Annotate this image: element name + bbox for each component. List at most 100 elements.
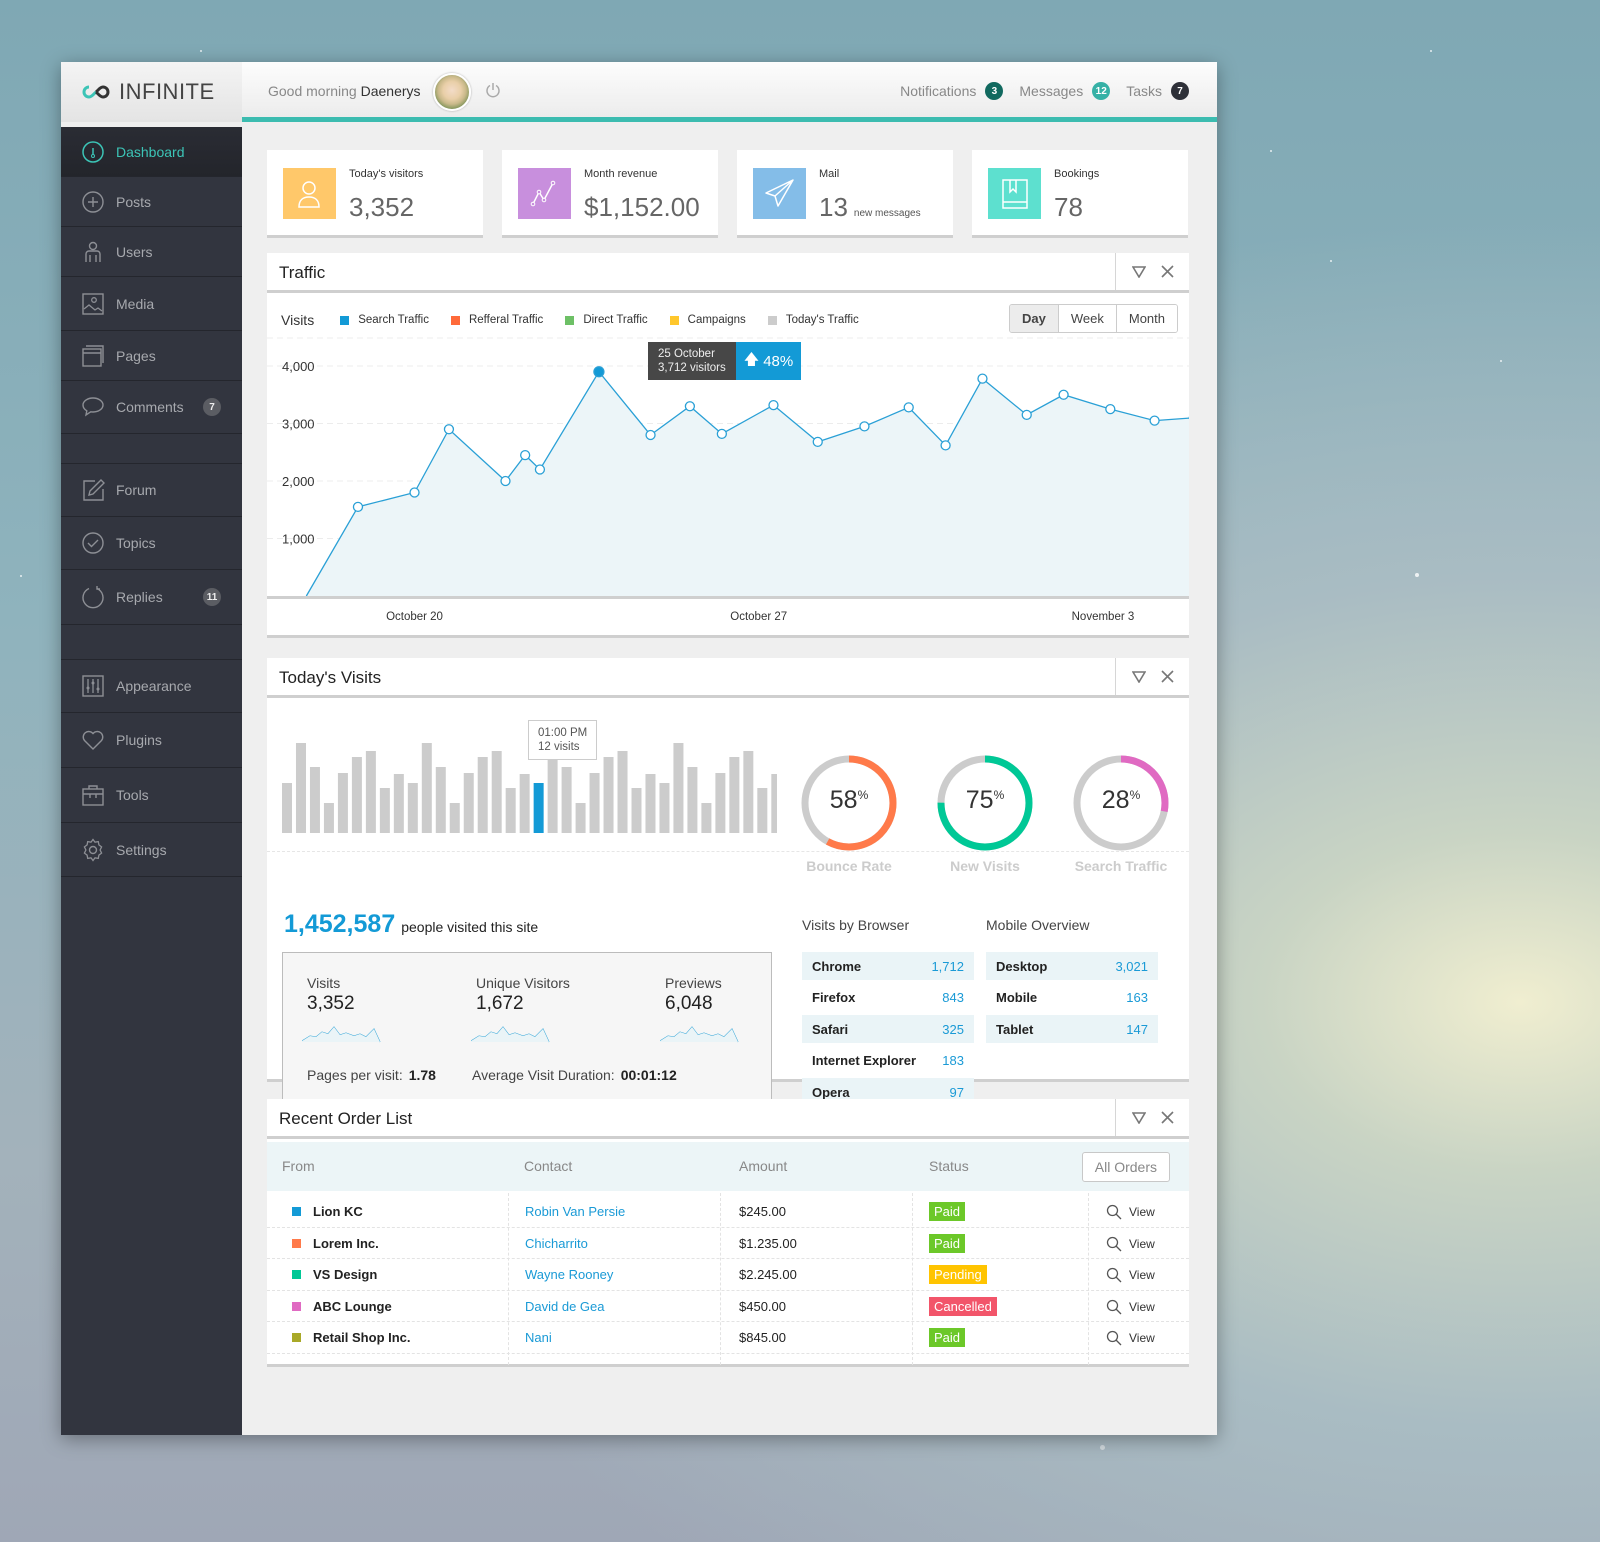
avatar[interactable] bbox=[433, 73, 471, 111]
data-point[interactable] bbox=[1021, 409, 1032, 421]
bar[interactable] bbox=[463, 773, 474, 833]
bar[interactable] bbox=[617, 751, 628, 833]
close-icon[interactable] bbox=[1160, 670, 1174, 683]
bar[interactable] bbox=[393, 774, 404, 833]
bar[interactable] bbox=[603, 757, 614, 833]
stat-card[interactable]: Today's visitors 3,352 bbox=[267, 150, 483, 238]
close-icon[interactable] bbox=[1160, 265, 1174, 278]
sidebar-item-posts[interactable]: Posts bbox=[61, 177, 242, 227]
sidebar-item-topics[interactable]: Topics bbox=[61, 517, 242, 570]
data-point[interactable] bbox=[409, 487, 420, 498]
sidebar-item-forum[interactable]: Forum bbox=[61, 464, 242, 517]
collapse-icon[interactable] bbox=[1131, 265, 1146, 278]
contact-link[interactable]: Wayne Rooney bbox=[525, 1267, 613, 1282]
data-point[interactable] bbox=[534, 464, 546, 475]
data-point[interactable] bbox=[520, 449, 531, 461]
bar[interactable] bbox=[309, 767, 320, 833]
contact-link[interactable]: Robin Van Persie bbox=[525, 1204, 625, 1219]
bar[interactable] bbox=[533, 783, 544, 833]
data-point[interactable] bbox=[940, 440, 951, 451]
logo[interactable]: INFINITE bbox=[61, 62, 242, 122]
sidebar-item-replies[interactable]: Replies 11 bbox=[61, 570, 242, 625]
data-point[interactable] bbox=[716, 428, 728, 440]
sidebar-item-appearance[interactable]: Appearance bbox=[61, 660, 242, 713]
bar[interactable] bbox=[645, 774, 656, 833]
data-point[interactable] bbox=[684, 401, 696, 412]
view-button[interactable]: View bbox=[1106, 1204, 1155, 1220]
data-point[interactable] bbox=[812, 436, 823, 448]
data-point[interactable] bbox=[1149, 415, 1160, 426]
view-button[interactable]: View bbox=[1106, 1267, 1155, 1283]
view-button[interactable]: View bbox=[1106, 1330, 1155, 1346]
bar[interactable] bbox=[505, 788, 516, 833]
data-point[interactable] bbox=[1105, 403, 1116, 415]
bar[interactable] bbox=[743, 751, 754, 833]
bar[interactable] bbox=[575, 803, 586, 833]
data-point[interactable] bbox=[443, 424, 455, 435]
contact-link[interactable]: David de Gea bbox=[525, 1299, 605, 1314]
bar[interactable] bbox=[351, 757, 362, 833]
bar[interactable] bbox=[449, 803, 460, 833]
close-icon[interactable] bbox=[1160, 1111, 1174, 1124]
sidebar-item-plugins[interactable]: Plugins bbox=[61, 713, 242, 768]
sidebar-item-settings[interactable]: Settings bbox=[61, 823, 242, 877]
stat-card[interactable]: Month revenue $1,152.00 bbox=[502, 150, 718, 238]
topnav-tasks[interactable]: Tasks 7 bbox=[1126, 82, 1189, 100]
sidebar-spacer bbox=[61, 625, 242, 660]
bar[interactable] bbox=[519, 774, 530, 833]
sidebar-item-tools[interactable]: Tools bbox=[61, 768, 242, 823]
bar[interactable] bbox=[729, 757, 740, 833]
data-point[interactable] bbox=[977, 373, 988, 384]
sidebar-item-pages[interactable]: Pages bbox=[61, 331, 242, 381]
gear-icon bbox=[81, 837, 105, 862]
bar[interactable] bbox=[673, 743, 684, 833]
data-point[interactable] bbox=[903, 402, 914, 413]
bar[interactable] bbox=[631, 788, 642, 833]
view-button[interactable]: View bbox=[1106, 1236, 1155, 1252]
bar[interactable] bbox=[282, 783, 292, 833]
collapse-icon[interactable] bbox=[1131, 670, 1146, 683]
bar[interactable] bbox=[659, 783, 670, 833]
topnav-messages[interactable]: Messages 12 bbox=[1019, 82, 1111, 100]
bar[interactable] bbox=[323, 803, 334, 833]
data-point[interactable] bbox=[859, 421, 870, 432]
bar[interactable] bbox=[701, 803, 712, 833]
bar[interactable] bbox=[687, 767, 698, 833]
data-point[interactable] bbox=[645, 429, 656, 441]
stat-card[interactable]: Mail 13 new messages bbox=[737, 150, 953, 238]
stat-card[interactable]: Bookings 78 bbox=[972, 150, 1188, 238]
data-point[interactable] bbox=[1058, 389, 1069, 400]
data-point[interactable] bbox=[593, 366, 605, 378]
sidebar-item-dashboard[interactable]: Dashboard bbox=[61, 127, 242, 177]
contact-link[interactable]: Nani bbox=[525, 1330, 552, 1345]
bar[interactable] bbox=[365, 751, 376, 833]
collapse-icon[interactable] bbox=[1131, 1111, 1146, 1124]
bar[interactable] bbox=[435, 767, 446, 833]
bar[interactable] bbox=[295, 743, 306, 833]
view-button[interactable]: View bbox=[1106, 1299, 1155, 1315]
power-icon[interactable] bbox=[485, 82, 501, 103]
bar[interactable] bbox=[771, 774, 777, 833]
data-point[interactable] bbox=[500, 475, 511, 487]
sidebar-item-comments[interactable]: Comments 7 bbox=[61, 381, 242, 434]
bar[interactable] bbox=[379, 788, 390, 833]
bar[interactable] bbox=[715, 773, 726, 833]
bar[interactable] bbox=[757, 788, 768, 833]
bar[interactable] bbox=[589, 773, 600, 833]
bar[interactable] bbox=[337, 773, 348, 833]
data-point[interactable] bbox=[768, 399, 779, 411]
sidebar-item-users[interactable]: Users bbox=[61, 227, 242, 277]
contact-link[interactable]: Chicharrito bbox=[525, 1236, 588, 1251]
bar[interactable] bbox=[421, 743, 432, 833]
all-orders-button[interactable]: All Orders bbox=[1081, 1152, 1170, 1182]
topnav-notifications[interactable]: Notifications 3 bbox=[900, 82, 1004, 100]
data-point[interactable] bbox=[352, 501, 364, 513]
bar[interactable] bbox=[491, 751, 502, 833]
topnav-label: Messages bbox=[1019, 83, 1084, 99]
dashboard-gauge-icon bbox=[81, 140, 105, 164]
bar[interactable] bbox=[561, 767, 572, 833]
bar[interactable] bbox=[477, 757, 488, 833]
bar[interactable] bbox=[407, 783, 418, 833]
sliders-icon bbox=[81, 674, 105, 698]
sidebar-item-media[interactable]: Media bbox=[61, 277, 242, 331]
